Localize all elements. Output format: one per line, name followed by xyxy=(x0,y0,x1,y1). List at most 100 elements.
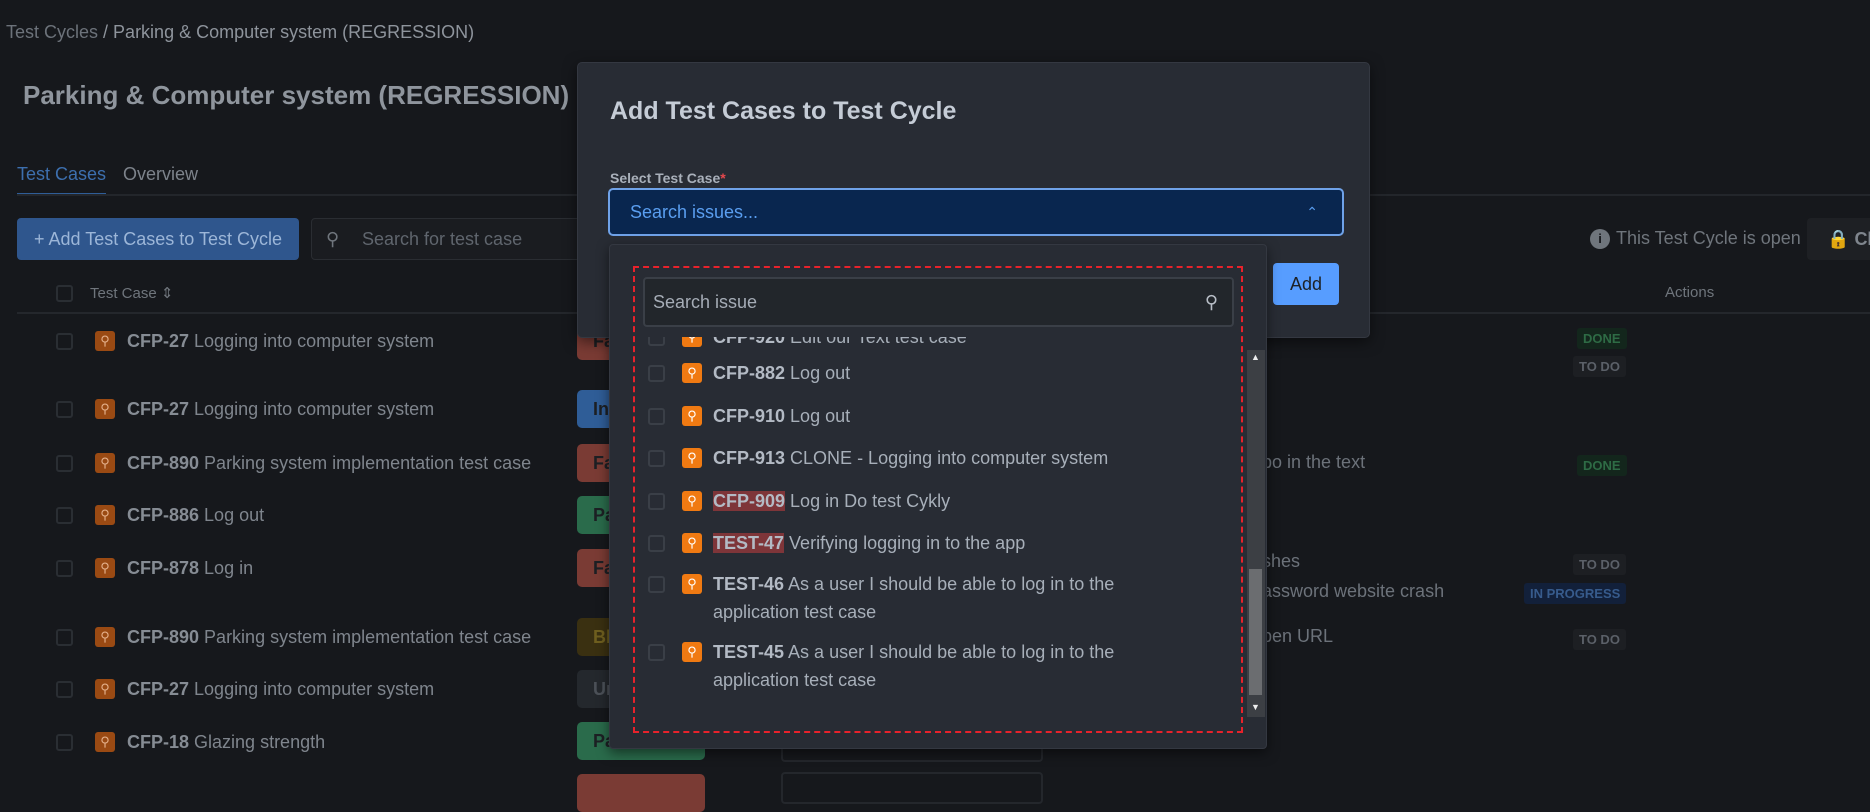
select-test-case-dropdown[interactable]: Search issues... ⌃ xyxy=(608,188,1344,236)
close-cycle-button[interactable]: 🔒 Cl xyxy=(1807,218,1870,260)
test-case-link[interactable]: CFP-878 Log in xyxy=(127,558,253,579)
label-text: Select Test Case xyxy=(610,170,721,186)
test-case-icon: ⚲ xyxy=(95,399,115,419)
issue-name: Log out xyxy=(790,363,851,383)
test-case-icon: ⚲ xyxy=(95,331,115,351)
issue-option[interactable]: ⚲ TEST-46 As a user I should be able to … xyxy=(648,574,1143,626)
tab-overview[interactable]: Overview xyxy=(123,164,198,185)
lock-icon: 🔒 xyxy=(1827,229,1850,249)
test-case-search-input[interactable]: ⚲ Search for test case xyxy=(311,218,611,260)
table-row[interactable]: ⚲ CFP-27 Logging into computer system xyxy=(56,397,434,421)
page-title: Parking & Computer system (REGRESSION) xyxy=(23,80,570,110)
table-row[interactable]: ⚲ CFP-27 Logging into computer system xyxy=(56,677,434,701)
issue-checkbox[interactable] xyxy=(648,493,665,510)
issue-dropdown-panel: Search issue ⚲ ⚲ CFP-920 Edit our Text te… xyxy=(609,244,1267,749)
defect-field[interactable] xyxy=(781,772,1043,804)
select-placeholder: Search issues... xyxy=(630,202,759,222)
table-row[interactable]: ⚲ CFP-878 Log in xyxy=(56,556,253,580)
issue-key: TEST-47 xyxy=(713,533,785,553)
test-case-link[interactable]: CFP-886 Log out xyxy=(127,505,264,526)
issue-checkbox[interactable] xyxy=(648,337,665,346)
issue-checkbox[interactable] xyxy=(648,408,665,425)
test-case-icon: ⚲ xyxy=(682,491,702,511)
issue-checkbox[interactable] xyxy=(648,576,665,593)
scrollbar[interactable]: ▲ ▼ xyxy=(1247,350,1265,717)
row-checkbox[interactable] xyxy=(56,733,73,751)
issue-option[interactable]: ⚲ CFP-913 CLONE - Logging into computer … xyxy=(648,448,1143,472)
test-case-name: Glazing strength xyxy=(194,731,326,752)
defect-text: shes xyxy=(1262,551,1301,571)
row-checkbox[interactable] xyxy=(56,506,73,524)
info-icon: i xyxy=(1590,228,1610,249)
table-row[interactable]: ⚲ CFP-890 Parking system implementation … xyxy=(56,625,531,649)
column-header-label: Test Case xyxy=(90,285,157,302)
table-row[interactable]: ⚲ CFP-27 Logging into computer system xyxy=(56,329,434,353)
test-case-link[interactable]: CFP-27 Logging into computer system xyxy=(127,331,434,352)
scroll-down-arrow-icon[interactable]: ▼ xyxy=(1249,702,1262,712)
issue-option[interactable]: ⚲ CFP-909 Log in Do test Cykly xyxy=(648,491,1143,515)
issue-checkbox[interactable] xyxy=(648,644,665,661)
test-case-link[interactable]: CFP-890 Parking system implementation te… xyxy=(127,627,531,648)
row-checkbox[interactable] xyxy=(56,454,73,472)
test-case-key: CFP-27 xyxy=(127,330,190,351)
issue-name: Log out xyxy=(790,406,851,426)
close-cycle-label: Cl xyxy=(1854,229,1870,249)
issue-checkbox[interactable] xyxy=(648,365,665,382)
test-case-key: CFP-18 xyxy=(127,731,190,752)
test-case-icon: ⚲ xyxy=(682,363,702,383)
issue-option[interactable]: ⚲ CFP-920 Edit our Text test case xyxy=(648,337,1143,351)
issue-checkbox[interactable] xyxy=(648,535,665,552)
table-row[interactable]: ⚲ CFP-886 Log out xyxy=(56,503,264,527)
sort-icon: ⇕ xyxy=(160,285,174,302)
test-case-key: CFP-27 xyxy=(127,398,190,419)
search-icon: ⚲ xyxy=(326,229,340,249)
test-case-name: Log out xyxy=(204,504,265,525)
add-test-cases-button[interactable]: + Add Test Cases to Test Cycle xyxy=(17,218,299,260)
defect-text: pen URL xyxy=(1262,626,1334,646)
select-all-checkbox[interactable] xyxy=(56,285,73,302)
status-badge: TO DO xyxy=(1573,629,1626,650)
issue-search-input[interactable]: Search issue ⚲ xyxy=(643,277,1234,327)
row-checkbox[interactable] xyxy=(56,559,73,577)
breadcrumb-separator: / xyxy=(98,22,114,42)
scroll-up-arrow-icon[interactable]: ▲ xyxy=(1249,352,1262,362)
row-checkbox[interactable] xyxy=(56,680,73,698)
status-badge: DONE xyxy=(1577,455,1627,476)
issue-list: ⚲ CFP-920 Edit our Text test case ⚲ CFP-… xyxy=(610,337,1244,727)
test-case-link[interactable]: CFP-890 Parking system implementation te… xyxy=(127,453,531,474)
status-badge: IN PROGRESS xyxy=(1524,583,1627,604)
test-case-key: CFP-878 xyxy=(127,557,200,578)
test-case-icon: ⚲ xyxy=(682,642,702,662)
issue-key: CFP-913 xyxy=(713,448,786,468)
issue-checkbox[interactable] xyxy=(648,450,665,467)
row-checkbox[interactable] xyxy=(56,400,73,418)
status-badge: TO DO xyxy=(1573,554,1626,575)
breadcrumb-parent-link[interactable]: Test Cycles xyxy=(6,22,98,42)
issue-option[interactable]: ⚲ CFP-882 Log out xyxy=(648,363,1143,387)
column-header-test-case[interactable]: Test Case ⇕ xyxy=(90,284,173,302)
issue-option[interactable]: ⚲ TEST-47 Verifying logging in to the ap… xyxy=(648,533,1143,557)
required-marker: * xyxy=(720,170,726,186)
test-case-icon: ⚲ xyxy=(95,505,115,525)
test-case-name: Logging into computer system xyxy=(194,398,435,419)
row-checkbox[interactable] xyxy=(56,332,73,350)
row-checkbox[interactable] xyxy=(56,628,73,646)
issue-search-placeholder: Search issue xyxy=(653,292,758,312)
tab-test-cases[interactable]: Test Cases xyxy=(17,164,107,196)
issue-option[interactable]: ⚲ TEST-45 As a user I should be able to … xyxy=(648,642,1143,694)
test-case-name: Log in xyxy=(204,557,254,578)
scrollbar-thumb[interactable] xyxy=(1249,569,1262,695)
test-case-key: CFP-890 xyxy=(127,452,200,473)
test-case-link[interactable]: CFP-27 Logging into computer system xyxy=(127,679,434,700)
issue-name: Edit our Text test case xyxy=(790,337,967,347)
breadcrumb-current: Parking & Computer system (REGRESSION) xyxy=(113,22,475,42)
test-case-link[interactable]: CFP-18 Glazing strength xyxy=(127,732,325,753)
test-case-icon: ⚲ xyxy=(95,679,115,699)
add-button[interactable]: Add xyxy=(1273,263,1339,305)
status-badge: DONE xyxy=(1577,328,1627,349)
test-case-icon: ⚲ xyxy=(95,558,115,578)
table-row[interactable]: ⚲ CFP-890 Parking system implementation … xyxy=(56,451,531,475)
table-row[interactable]: ⚲ CFP-18 Glazing strength xyxy=(56,730,325,754)
issue-option[interactable]: ⚲ CFP-910 Log out xyxy=(648,406,1143,430)
test-case-link[interactable]: CFP-27 Logging into computer system xyxy=(127,399,434,420)
